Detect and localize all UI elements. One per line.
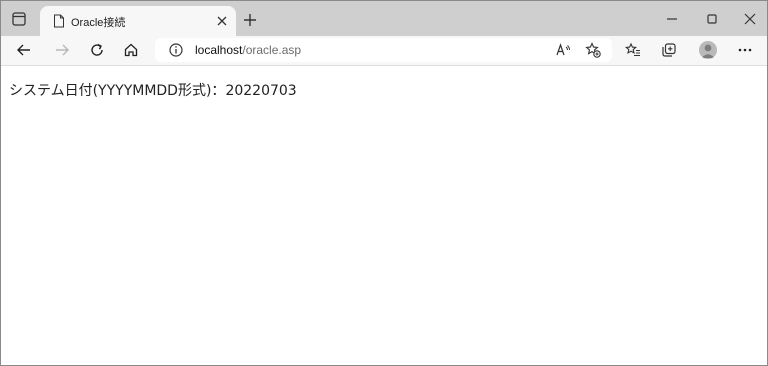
browser-tab[interactable]: Oracle接続 [40, 6, 236, 36]
site-info-icon[interactable] [168, 42, 184, 58]
minimize-icon[interactable] [665, 12, 679, 26]
home-icon[interactable] [123, 42, 139, 58]
favorites-icon[interactable] [625, 42, 641, 58]
window-close-icon[interactable] [743, 12, 757, 26]
tab-title: Oracle接続 [71, 17, 126, 29]
page-icon [54, 14, 64, 28]
url-text: localhost/oracle.asp [195, 43, 301, 57]
system-date-value: 20220703 [225, 83, 297, 99]
tab-strip: Oracle接続 [1, 1, 767, 36]
browser-toolbar: localhost/oracle.asp [1, 36, 767, 66]
forward-arrow-icon[interactable] [54, 42, 70, 58]
browser-window: Oracle接続 localhost/oracle.asp システム日付(YYY… [0, 0, 768, 366]
avatar[interactable] [699, 41, 717, 59]
profile-icon [701, 44, 715, 58]
more-icon[interactable] [737, 42, 753, 58]
add-favorite-icon[interactable] [585, 42, 601, 58]
read-aloud-icon[interactable] [555, 42, 571, 58]
system-date-line: システム日付(YYYYMMDD形式)：20220703 [9, 80, 297, 100]
url-host: localhost [195, 43, 243, 57]
tab-close-icon[interactable] [216, 15, 228, 27]
refresh-icon[interactable] [89, 42, 105, 58]
address-bar[interactable]: localhost/oracle.asp [155, 38, 612, 62]
page-content: システム日付(YYYYMMDD形式)：20220703 [1, 66, 767, 365]
collections-icon[interactable] [661, 42, 677, 58]
system-date-label: システム日付(YYYYMMDD形式)： [9, 83, 226, 99]
new-tab-icon[interactable] [243, 13, 257, 27]
maximize-icon[interactable] [705, 12, 719, 26]
url-path: /oracle.asp [242, 43, 302, 57]
back-arrow-icon[interactable] [16, 42, 32, 58]
tab-actions-icon[interactable] [11, 11, 27, 27]
